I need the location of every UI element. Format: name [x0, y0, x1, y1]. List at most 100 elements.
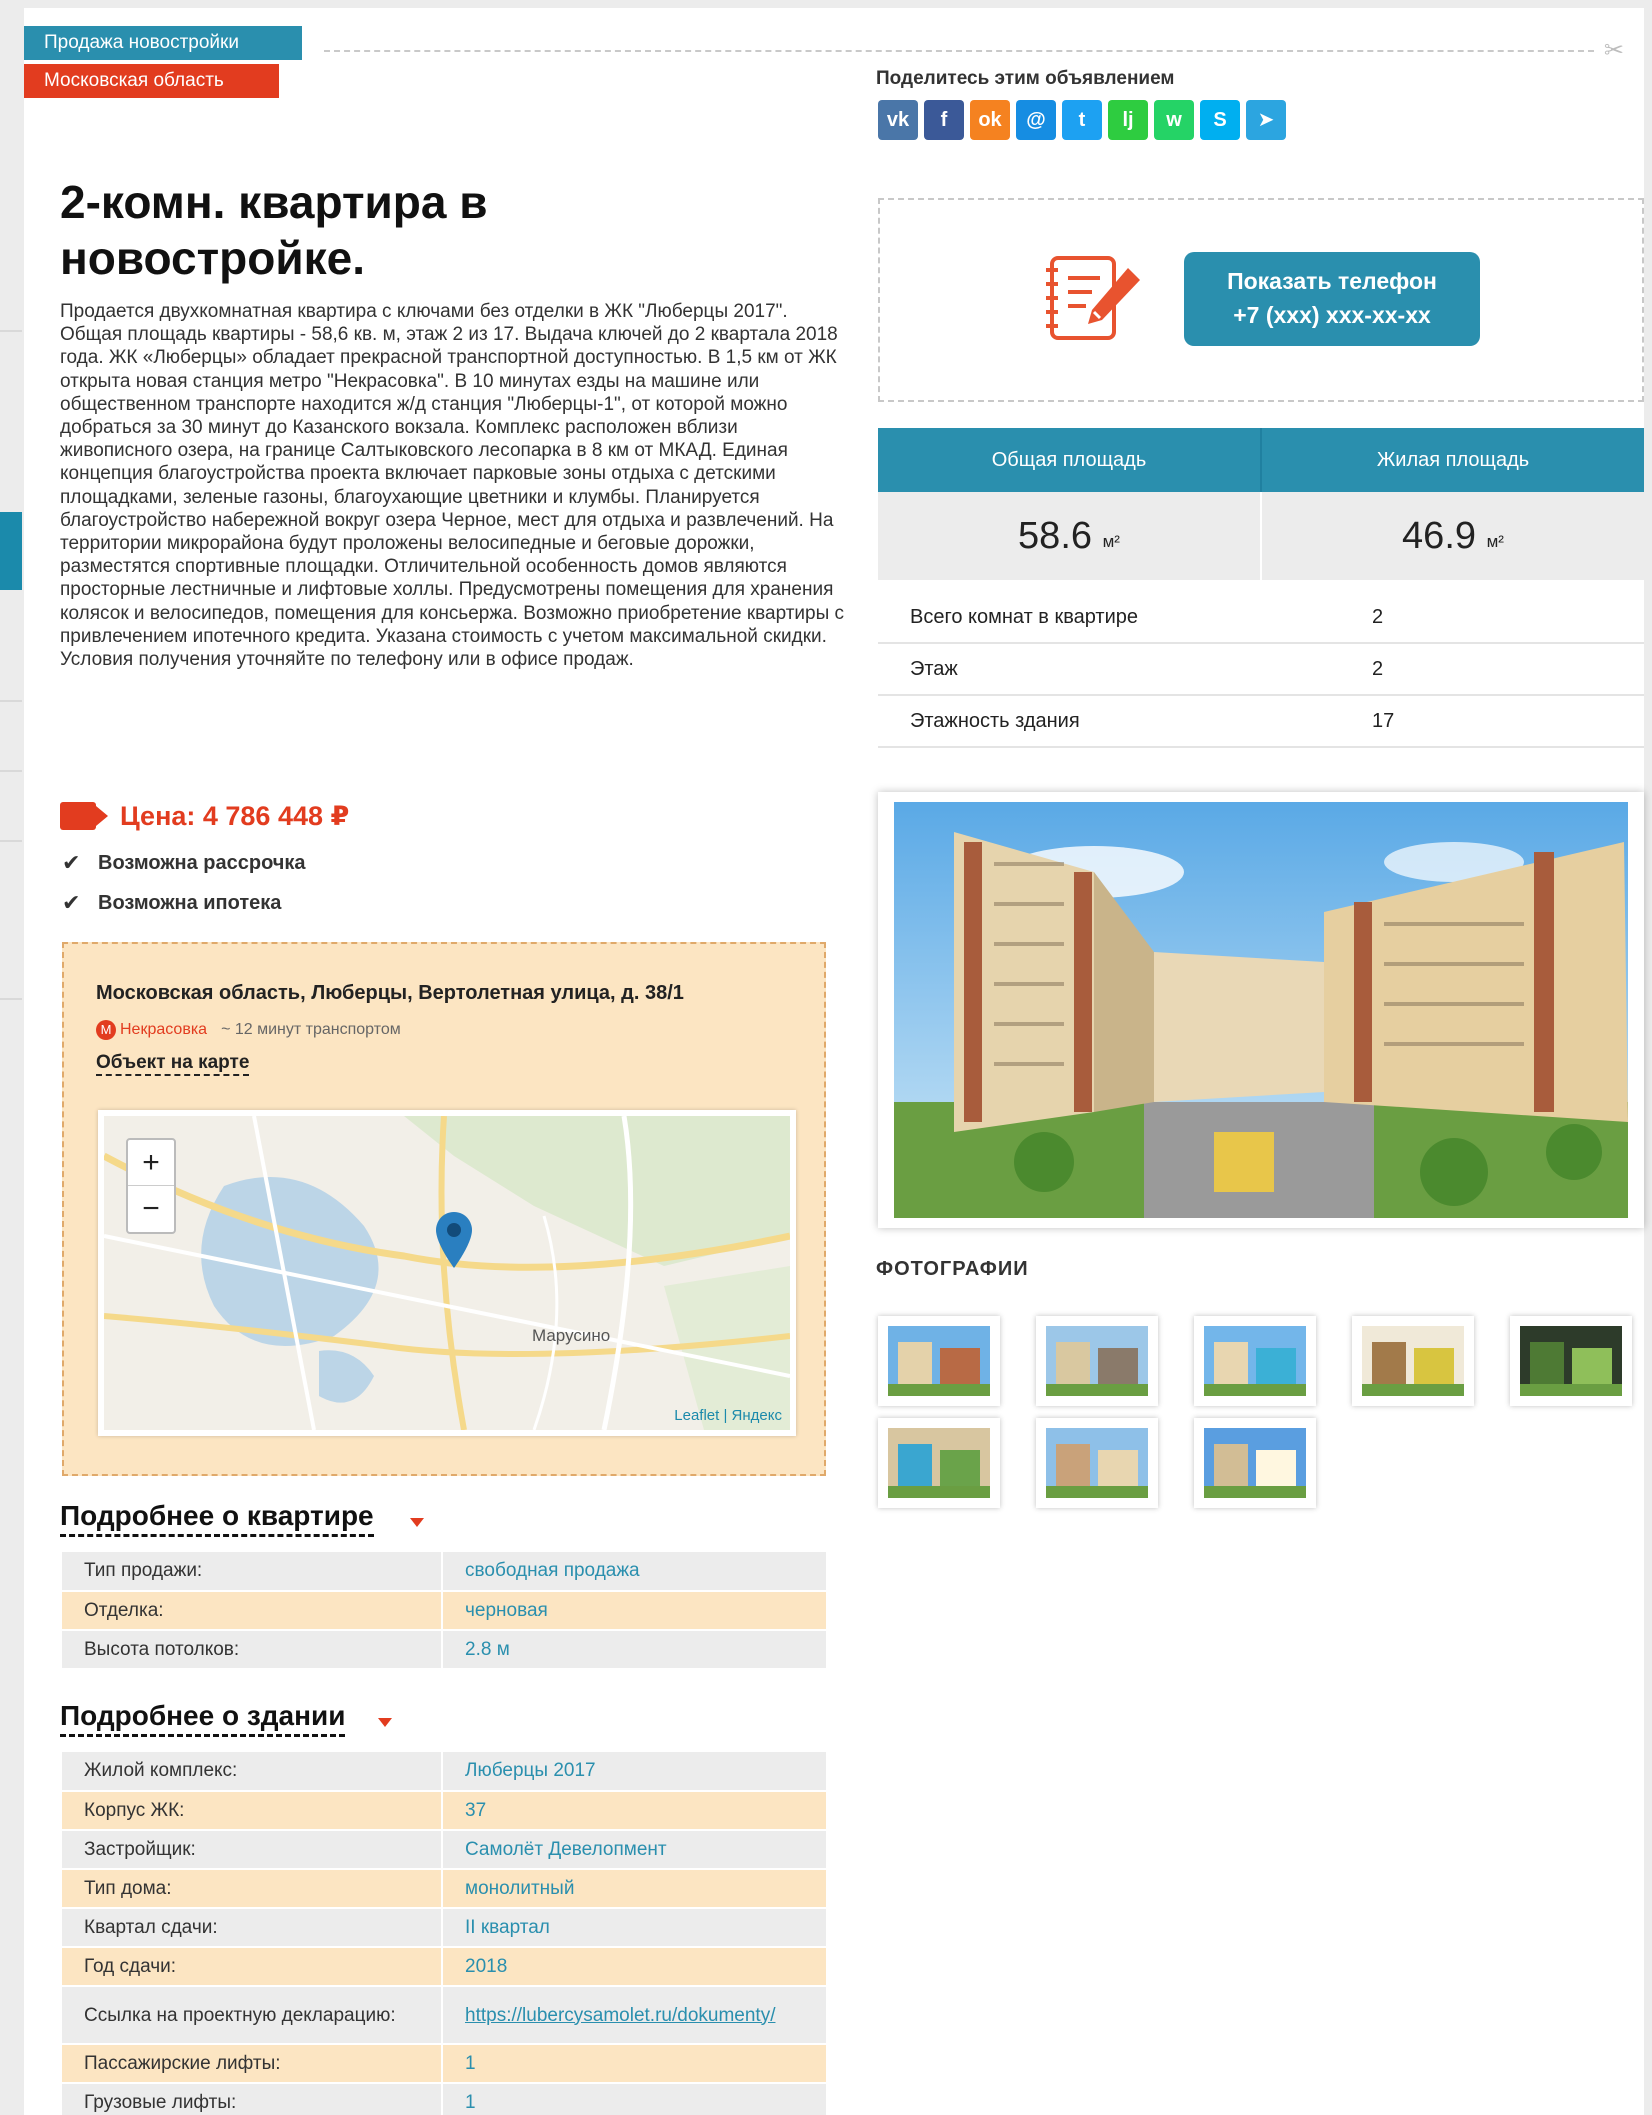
row-value[interactable]: 2.8 м: [442, 1630, 828, 1670]
twitter-share-icon[interactable]: t: [1062, 100, 1102, 140]
area-values: 58.6 м² 46.9 м²: [878, 492, 1644, 580]
facebook-share-icon[interactable]: f: [924, 100, 964, 140]
row-value[interactable]: Люберцы 2017: [442, 1752, 828, 1792]
metro-icon: М: [96, 1020, 116, 1040]
thumbnail-image: [888, 1428, 990, 1498]
row-value[interactable]: черновая: [442, 1591, 828, 1631]
table-row: Тип продажи: свободная продажа: [62, 1552, 828, 1592]
share-label: Поделитесь этим объявлением: [876, 68, 1175, 89]
map[interactable]: + − Марусино Leaflet | Яндекс: [98, 1110, 796, 1436]
caret-down-icon[interactable]: [410, 1518, 424, 1527]
building-details-table: Жилой комплекс: Люберцы 2017 Корпус ЖК: …: [62, 1752, 828, 2115]
sidebar-active-item[interactable]: [0, 512, 22, 590]
thumbnail-image: [1046, 1326, 1148, 1396]
price-tag-icon: [60, 802, 108, 830]
listing-description: Продается двухкомнатная квартира с ключа…: [60, 301, 845, 671]
photos-heading: ФОТОГРАФИИ: [876, 1258, 1029, 1280]
listing-title: 2-комн. квартира в новостройке.: [60, 176, 488, 284]
row-value[interactable]: II квартал: [442, 1908, 828, 1948]
row-value[interactable]: монолитный: [442, 1869, 828, 1909]
total-area-value: 58.6 м²: [878, 492, 1262, 580]
tag-region[interactable]: Московская область: [24, 64, 279, 98]
show-phone-button[interactable]: Показать телефон +7 (xxx) xxx-xx-xx: [1184, 252, 1480, 346]
thumbnail-image: [888, 1326, 990, 1396]
row-value[interactable]: 1: [442, 2044, 828, 2084]
area-header: Общая площадь Жилая площадь: [878, 428, 1644, 492]
moimir-share-icon[interactable]: @: [1016, 100, 1056, 140]
photo-thumbnail[interactable]: [1510, 1316, 1632, 1406]
photo-thumbnail[interactable]: [1352, 1316, 1474, 1406]
table-row: Ссылка на проектную декларацию: https://…: [62, 1986, 828, 2045]
table-row: Застройщик: Самолёт Девелопмент: [62, 1830, 828, 1870]
sidebar-divider: [0, 998, 22, 1000]
telegram-share-icon[interactable]: ➤: [1246, 100, 1286, 140]
metro-info: М Некрасовка ~ 12 минут транспортом: [96, 1020, 401, 1040]
table-row: Тип дома: монолитный: [62, 1869, 828, 1909]
spec-row: Этажность здания 17: [878, 696, 1644, 748]
map-pin-icon[interactable]: [434, 1210, 474, 1270]
photo-thumbnail[interactable]: [878, 1418, 1000, 1508]
row-label: Застройщик:: [62, 1830, 443, 1870]
building-details-heading[interactable]: Подробнее о здании: [60, 1700, 346, 1737]
table-row: Пассажирские лифты: 1: [62, 2044, 828, 2084]
row-label: Высота потолков:: [62, 1630, 443, 1670]
row-value[interactable]: 2018: [442, 1947, 828, 1987]
price-block: Цена: 4 786 448 ₽: [60, 796, 349, 836]
row-label: Пассажирские лифты:: [62, 2044, 443, 2084]
notepad-pencil-icon: [1046, 256, 1140, 340]
vk-share-icon[interactable]: vk: [878, 100, 918, 140]
sidebar-divider: [0, 330, 22, 332]
building-photo: [894, 802, 1628, 1218]
sidebar-divider: [0, 770, 22, 772]
row-value[interactable]: 37: [442, 1791, 828, 1831]
table-row: Отделка: черновая: [62, 1591, 828, 1631]
skype-share-icon[interactable]: S: [1200, 100, 1240, 140]
row-label: Корпус ЖК:: [62, 1791, 443, 1831]
row-label: Отделка:: [62, 1591, 443, 1631]
livejournal-share-icon[interactable]: lj: [1108, 100, 1148, 140]
listing-page: ✂ Продажа новостройки Московская область…: [24, 8, 1644, 2115]
thumbnail-image: [1204, 1428, 1306, 1498]
caret-down-icon[interactable]: [378, 1718, 392, 1727]
metro-travel-time: ~ 12 минут транспортом: [221, 1021, 401, 1038]
row-label: Грузовые лифты:: [62, 2083, 443, 2115]
zoom-in-button[interactable]: +: [128, 1140, 174, 1186]
odnoklassniki-share-icon[interactable]: ok: [970, 100, 1010, 140]
whatsapp-share-icon[interactable]: w: [1154, 100, 1194, 140]
row-label: Ссылка на проектную декларацию:: [62, 1986, 443, 2045]
thumbnail-image: [1204, 1326, 1306, 1396]
main-photo[interactable]: [878, 792, 1644, 1228]
row-label: Тип дома:: [62, 1869, 443, 1909]
photo-thumbnail[interactable]: [1036, 1316, 1158, 1406]
address-box: Московская область, Люберцы, Вертолетная…: [62, 942, 826, 1476]
photo-thumbnail[interactable]: [1036, 1418, 1158, 1508]
photo-thumbnail[interactable]: [1194, 1418, 1316, 1508]
spec-list: Всего комнат в квартире 2 Этаж 2 Этажнос…: [878, 592, 1644, 748]
show-phone-label: Показать телефон: [1227, 268, 1437, 294]
feature-installment: ✔ Возможна рассрочка: [62, 850, 306, 875]
scissors-icon: ✂: [1603, 37, 1624, 64]
photo-thumbnail[interactable]: [878, 1316, 1000, 1406]
zoom-control: + −: [126, 1138, 176, 1234]
thumbnail-image: [1520, 1326, 1622, 1396]
row-value[interactable]: 1: [442, 2083, 828, 2115]
row-label: Жилой комплекс:: [62, 1752, 443, 1792]
row-label: Год сдачи:: [62, 1947, 443, 1987]
apartment-details-table: Тип продажи: свободная продажа Отделка: …: [62, 1552, 828, 1670]
photo-thumbnail[interactable]: [1194, 1316, 1316, 1406]
sidebar-divider: [0, 700, 22, 702]
cut-line: [324, 50, 1594, 52]
apartment-details-heading[interactable]: Подробнее о квартире: [60, 1500, 374, 1537]
table-row: Высота потолков: 2.8 м: [62, 1630, 828, 1670]
metro-station[interactable]: Некрасовка: [120, 1021, 207, 1039]
tag-sale-type[interactable]: Продажа новостройки: [24, 26, 302, 60]
row-value[interactable]: Самолёт Девелопмент: [442, 1830, 828, 1870]
row-value[interactable]: свободная продажа: [442, 1552, 828, 1592]
zoom-out-button[interactable]: −: [128, 1186, 174, 1232]
declaration-link[interactable]: https://lubercysamolet.ru/dokumenty/: [442, 1986, 828, 2045]
table-row: Квартал сдачи: II квартал: [62, 1908, 828, 1948]
total-area-label: Общая площадь: [878, 428, 1262, 492]
map-attribution[interactable]: Leaflet | Яндекс: [674, 1407, 782, 1424]
address-text: Московская область, Люберцы, Вертолетная…: [96, 982, 684, 1004]
show-on-map-link[interactable]: Объект на карте: [96, 1052, 250, 1076]
